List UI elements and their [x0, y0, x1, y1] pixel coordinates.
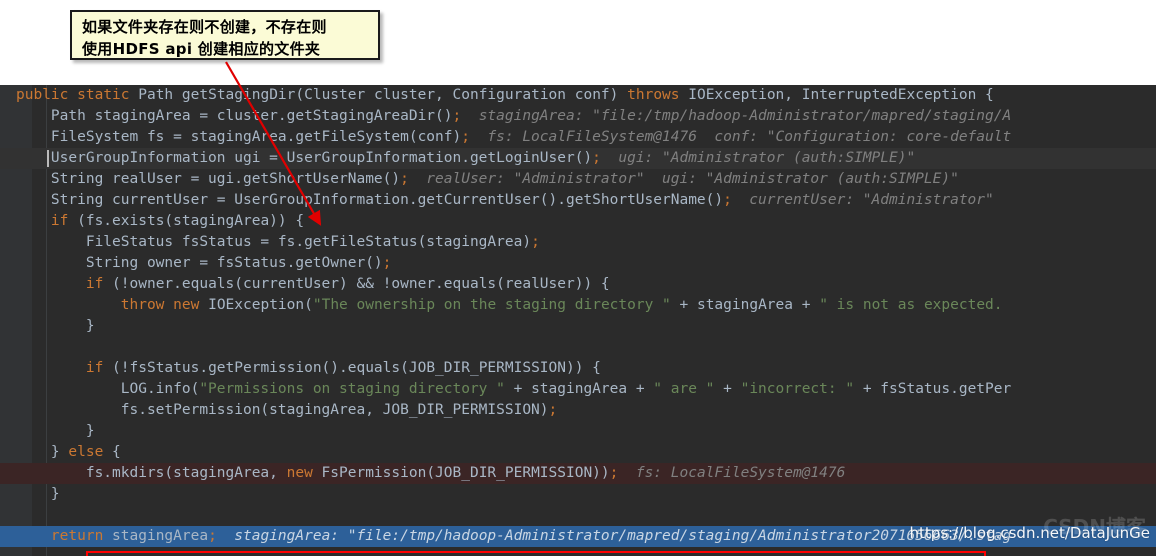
code-token: +	[714, 381, 741, 397]
code-token: public	[16, 87, 69, 103]
highlight-annotation-box	[86, 551, 986, 556]
code-token: stagingArea	[103, 528, 209, 544]
code-token: fs.mkdirs(stagingArea,	[16, 465, 287, 481]
code-token: throws	[627, 87, 680, 103]
code-token: String realUser = ugi.getShortUserName()	[16, 171, 401, 187]
line-mkdirs[interactable]: fs.mkdirs(stagingArea, new FsPermission(…	[0, 463, 1156, 484]
code-token: ;	[452, 108, 462, 124]
line-if-exists[interactable]: if (fs.exists(stagingArea)) {	[0, 211, 1156, 232]
code-token: new	[286, 465, 313, 481]
code-token: }	[16, 444, 69, 460]
code-token: if	[85, 360, 104, 376]
code-token: + stagingArea +	[504, 381, 654, 397]
annotation-callout-line-2: 使用HDFS api 创建相应的文件夹	[82, 40, 321, 58]
line-staging-area[interactable]: Path stagingArea = cluster.getStagingAre…	[0, 106, 1156, 127]
code-token: + fsStatus.getPer	[854, 381, 1012, 397]
code-editor[interactable]: public static Path getStagingDir(Cluster…	[0, 85, 1156, 556]
code-token: ;	[548, 402, 558, 418]
line-ugi[interactable]: UserGroupInformation ugi = UserGroupInfo…	[0, 148, 1156, 169]
code-token: (!fsStatus.getPermission().equals(JOB_DI…	[103, 360, 601, 376]
text-caret	[47, 150, 49, 167]
screenshot-root: public static Path getStagingDir(Cluster…	[0, 0, 1156, 556]
line-if-owner[interactable]: if (!owner.equals(currentUser) && !owner…	[0, 274, 1156, 295]
code-token: (fs.exists(stagingArea)) {	[68, 213, 305, 229]
line-throw[interactable]: throw new IOException("The ownership on …	[0, 295, 1156, 316]
code-token: {	[103, 444, 121, 460]
code-token: ugi: "Administrator (auth:SIMPLE)"	[600, 150, 916, 166]
line-log-info[interactable]: LOG.info("Permissions on staging directo…	[0, 379, 1156, 400]
line-else[interactable]: } else {	[0, 442, 1156, 463]
code-token: ;	[592, 150, 601, 166]
code-token: else	[68, 444, 104, 460]
code-token: FileStatus fsStatus = fs.getFileStatus(s…	[16, 234, 532, 250]
code-content[interactable]: public static Path getStagingDir(Cluster…	[0, 85, 1156, 547]
code-token: String owner = fsStatus.getOwner()	[16, 255, 383, 271]
code-token: fs: LocalFileSystem@1476 conf: "Configur…	[469, 129, 1012, 145]
code-token: (!owner.equals(currentUser) && !owner.eq…	[103, 276, 610, 292]
code-token: UserGroupInformation ugi = UserGroupInfo…	[16, 150, 593, 166]
code-token: ;	[609, 465, 619, 481]
code-token: ;	[208, 528, 217, 544]
annotation-callout-line-1: 如果文件夹存在则不创建，不存在则	[82, 18, 327, 36]
code-token: new	[173, 297, 200, 313]
code-token: + stagingArea +	[670, 297, 820, 313]
code-token: }	[16, 318, 95, 334]
code-token: "The ownership on the staging directory …	[312, 297, 671, 313]
code-token: realUser: "Administrator" ugi: "Administ…	[408, 171, 959, 187]
code-token: fs: LocalFileSystem@1476	[618, 465, 846, 481]
code-token: String currentUser = UserGroupInformatio…	[16, 192, 724, 208]
code-token: FsPermission(JOB_DIR_PERMISSION))	[312, 465, 610, 481]
code-token: ;	[461, 129, 470, 145]
code-token: if	[50, 213, 69, 229]
code-token: return	[50, 528, 104, 544]
line-close-else[interactable]: }	[0, 484, 1156, 505]
line-real-user[interactable]: String realUser = ugi.getShortUserName()…	[0, 169, 1156, 190]
code-token: LOG.info(	[16, 381, 200, 397]
code-token: if	[85, 276, 104, 292]
code-token: " is not as expected.	[819, 297, 1003, 313]
code-token: fs.setPermission(stagingArea, JOB_DIR_PE…	[16, 402, 549, 418]
code-token: stagingArea: "file:/tmp/hadoop-Administr…	[216, 528, 1012, 544]
code-token: "Permissions on staging directory "	[199, 381, 505, 397]
annotation-callout: 如果文件夹存在则不创建，不存在则 使用HDFS api 创建相应的文件夹	[70, 10, 380, 60]
code-token: stagingArea: "file:/tmp/hadoop-Administr…	[461, 108, 1012, 124]
line-blank-2[interactable]	[0, 505, 1156, 526]
code-token: FileSystem fs = stagingArea.getFileSyste…	[16, 129, 462, 145]
line-owner[interactable]: String owner = fsStatus.getOwner();	[0, 253, 1156, 274]
code-token: throw	[120, 297, 165, 313]
line-filesystem[interactable]: FileSystem fs = stagingArea.getFileSyste…	[0, 127, 1156, 148]
code-token: ;	[531, 234, 540, 250]
code-token: " are "	[653, 381, 715, 397]
code-token: }	[16, 486, 60, 502]
code-token: static	[77, 87, 130, 103]
code-token: }	[16, 423, 95, 439]
code-token: Path stagingArea = cluster.getStagingAre…	[16, 108, 453, 124]
code-token: IOException(	[199, 297, 313, 313]
line-fsstatus[interactable]: FileStatus fsStatus = fs.getFileStatus(s…	[0, 232, 1156, 253]
code-token: ;	[382, 255, 392, 271]
code-token: Path getStagingDir(Cluster cluster, Conf…	[129, 87, 628, 103]
code-token: ;	[400, 171, 409, 187]
line-set-permission[interactable]: fs.setPermission(stagingArea, JOB_DIR_PE…	[0, 400, 1156, 421]
code-token: currentUser: "Administrator"	[731, 192, 994, 208]
code-token: ;	[723, 192, 732, 208]
line-signature[interactable]: public static Path getStagingDir(Cluster…	[0, 85, 1156, 106]
line-close-perm-if[interactable]: }	[0, 421, 1156, 442]
line-current-user[interactable]: String currentUser = UserGroupInformatio…	[0, 190, 1156, 211]
blog-url-watermark: https://blog.csdn.net/DataJunGe	[909, 524, 1150, 542]
line-close-owner-if[interactable]: }	[0, 316, 1156, 337]
line-if-permission[interactable]: if (!fsStatus.getPermission().equals(JOB…	[0, 358, 1156, 379]
code-token: "incorrect: "	[740, 381, 855, 397]
line-blank-1[interactable]	[0, 337, 1156, 358]
code-token: IOException, InterruptedException {	[679, 87, 994, 103]
